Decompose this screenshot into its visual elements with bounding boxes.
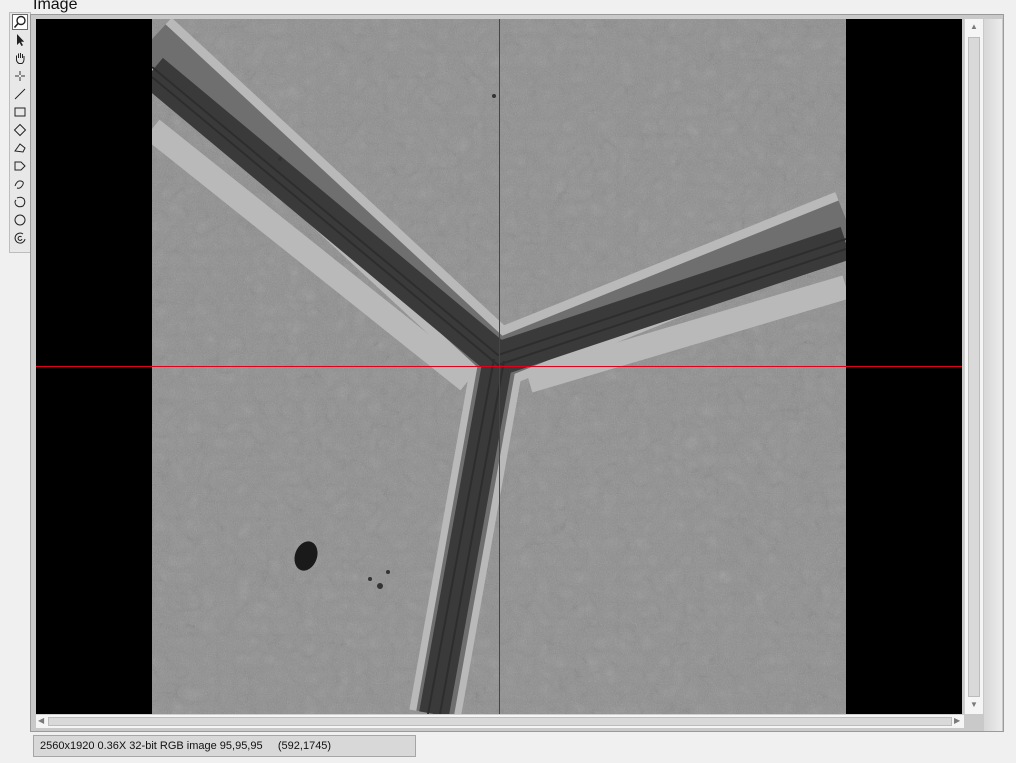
broken-annulus-icon <box>14 232 26 244</box>
line-tool-button[interactable] <box>12 86 28 102</box>
polygon-icon <box>14 143 26 153</box>
vertical-scrollbar[interactable]: ▲ ▼ <box>964 19 983 714</box>
arrow-pointer-icon <box>17 34 25 46</box>
rectangle-tool-button[interactable] <box>12 104 28 120</box>
rotated-rectangle-tool-button[interactable] <box>12 122 28 138</box>
freehand-line-tool-button[interactable] <box>12 176 28 192</box>
broken-annulus-tool-button[interactable] <box>12 230 28 246</box>
line-icon <box>14 88 26 100</box>
freehand-polygon-tool-button[interactable] <box>12 158 28 174</box>
scroll-right-icon[interactable]: ▶ <box>954 716 960 726</box>
zoom-tool-button[interactable] <box>12 14 28 30</box>
image-display-window: Image ▲ ▼ ◀ ▶ 2560x1920 0.36X 32-bit RGB… <box>0 0 1016 763</box>
annulus-icon <box>14 196 26 208</box>
image-viewport[interactable] <box>36 19 962 714</box>
freehand-line-icon <box>14 180 24 189</box>
oval-tool-button[interactable] <box>12 212 28 228</box>
scroll-down-icon[interactable]: ▼ <box>970 700 978 710</box>
horizontal-scroll-thumb[interactable] <box>48 717 952 726</box>
rotated-rectangle-icon <box>13 123 27 137</box>
magnifier-icon <box>13 15 26 29</box>
side-frame-edge <box>984 19 1002 731</box>
oval-icon <box>14 214 26 226</box>
crosshair-point-icon <box>15 71 25 81</box>
select-tool-button[interactable] <box>12 32 28 48</box>
pan-tool-button[interactable] <box>12 50 28 66</box>
image-info-status-bar: 2560x1920 0.36X 32-bit RGB image 95,95,9… <box>33 735 416 757</box>
freehand-polygon-icon <box>14 161 26 171</box>
rectangle-icon <box>14 107 26 117</box>
horizontal-scrollbar[interactable]: ◀ ▶ <box>36 714 964 728</box>
scroll-left-icon[interactable]: ◀ <box>38 716 44 726</box>
scroll-up-icon[interactable]: ▲ <box>970 22 978 32</box>
crosshair-vertical <box>499 19 500 714</box>
hand-icon <box>15 53 25 64</box>
tool-palette <box>9 12 31 253</box>
polygon-tool-button[interactable] <box>12 140 28 156</box>
vertical-scroll-thumb[interactable] <box>968 37 980 697</box>
image-title: Image <box>33 0 78 13</box>
point-tool-button[interactable] <box>12 68 28 84</box>
annulus-tool-button[interactable] <box>12 194 28 210</box>
